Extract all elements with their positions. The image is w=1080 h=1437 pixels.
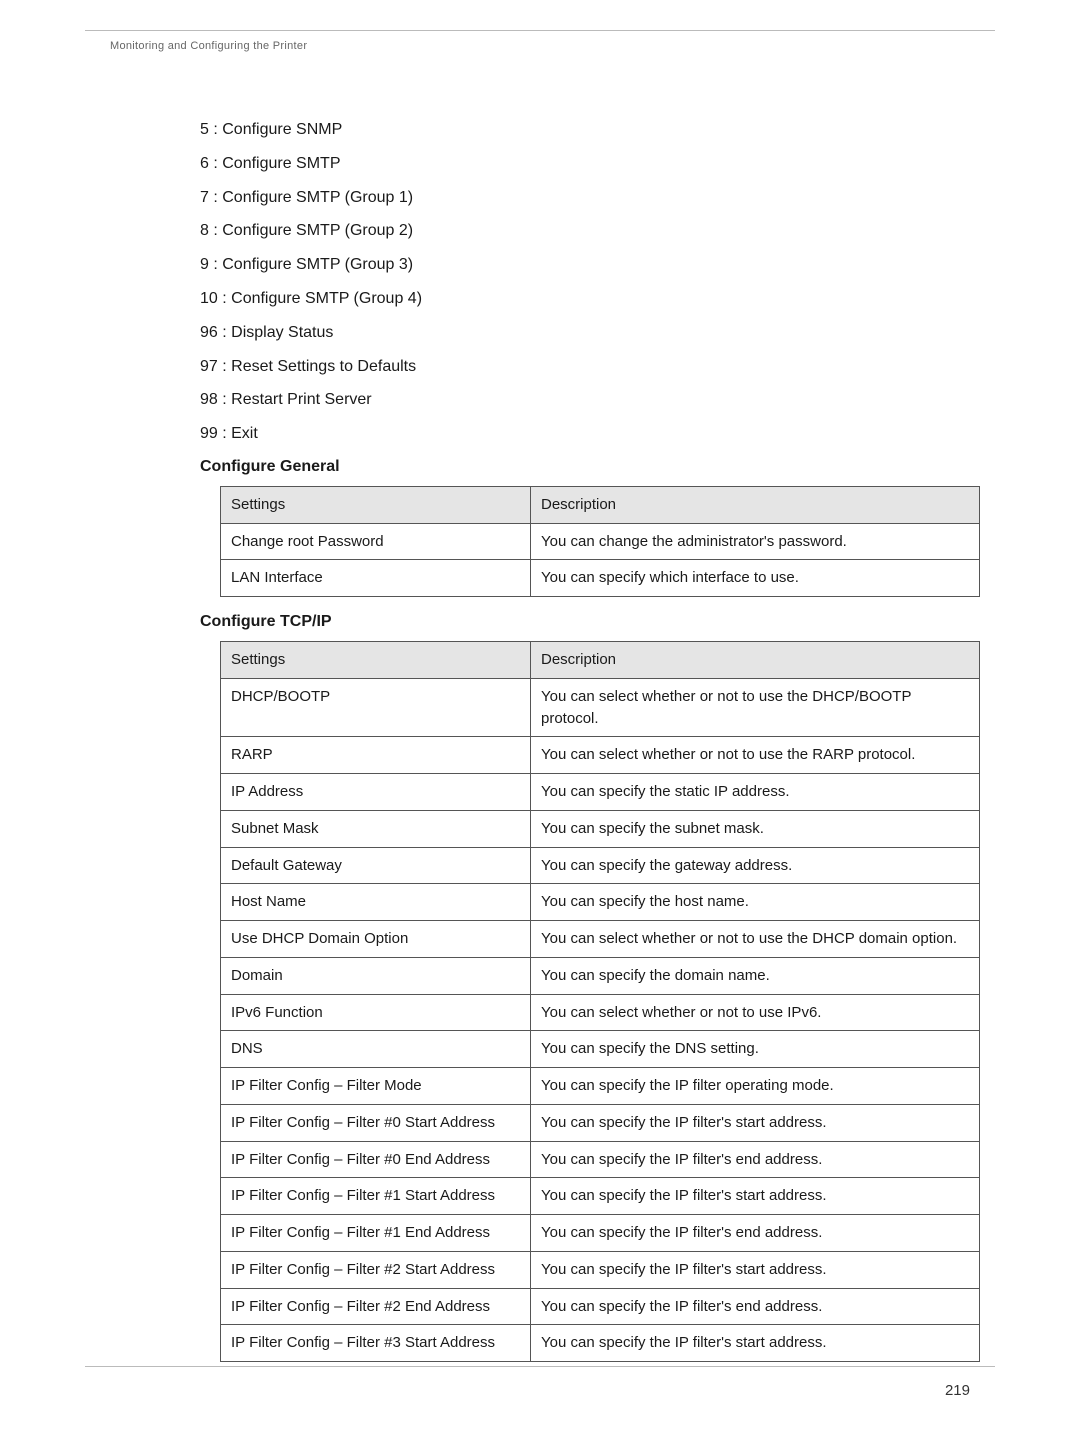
setting-desc: You can specify the IP filter's start ad… bbox=[531, 1325, 980, 1362]
setting-desc: You can specify the IP filter's start ad… bbox=[531, 1104, 980, 1141]
page-number: 219 bbox=[945, 1382, 970, 1399]
setting-desc: You can specify the subnet mask. bbox=[531, 810, 980, 847]
setting-desc: You can specify the IP filter's start ad… bbox=[531, 1251, 980, 1288]
setting-desc: You can specify the IP filter's end addr… bbox=[531, 1288, 980, 1325]
table-row: IP Filter Config – Filter ModeYou can sp… bbox=[221, 1068, 980, 1105]
table-row: Use DHCP Domain OptionYou can select whe… bbox=[221, 921, 980, 958]
configure-general-table: Settings Description Change root Passwor… bbox=[220, 486, 980, 597]
setting-desc: You can select whether or not to use IPv… bbox=[531, 994, 980, 1031]
setting-desc: You can specify the domain name. bbox=[531, 957, 980, 994]
menu-item: 5 : Configure SNMP bbox=[200, 120, 970, 141]
setting-desc: You can select whether or not to use the… bbox=[531, 678, 980, 737]
table-row: Subnet MaskYou can specify the subnet ma… bbox=[221, 810, 980, 847]
setting-name: IP Filter Config – Filter #2 End Address bbox=[221, 1288, 531, 1325]
setting-desc: You can select whether or not to use the… bbox=[531, 921, 980, 958]
configure-tcpip-table: Settings Description DHCP/BOOTPYou can s… bbox=[220, 641, 980, 1362]
menu-item: 7 : Configure SMTP (Group 1) bbox=[200, 188, 970, 209]
table-row: DNSYou can specify the DNS setting. bbox=[221, 1031, 980, 1068]
table-row: RARPYou can select whether or not to use… bbox=[221, 737, 980, 774]
table-header: Description bbox=[531, 642, 980, 679]
section-heading-tcpip: Configure TCP/IP bbox=[200, 613, 970, 631]
table-header: Settings bbox=[221, 486, 531, 523]
setting-name: Default Gateway bbox=[221, 847, 531, 884]
menu-item: 9 : Configure SMTP (Group 3) bbox=[200, 255, 970, 276]
table-row: IP Filter Config – Filter #0 End Address… bbox=[221, 1141, 980, 1178]
setting-desc: You can specify the IP filter's end addr… bbox=[531, 1141, 980, 1178]
menu-item: 6 : Configure SMTP bbox=[200, 154, 970, 175]
section-heading-general: Configure General bbox=[200, 458, 970, 476]
setting-desc: You can change the administrator's passw… bbox=[531, 523, 980, 560]
setting-desc: You can specify the IP filter's end addr… bbox=[531, 1215, 980, 1252]
table-header: Settings bbox=[221, 642, 531, 679]
setting-name: DNS bbox=[221, 1031, 531, 1068]
setting-desc: You can specify the IP filter operating … bbox=[531, 1068, 980, 1105]
table-row: IP Filter Config – Filter #1 Start Addre… bbox=[221, 1178, 980, 1215]
menu-item: 97 : Reset Settings to Defaults bbox=[200, 357, 970, 378]
menu-item: 96 : Display Status bbox=[200, 323, 970, 344]
setting-name: IP Filter Config – Filter #0 Start Addre… bbox=[221, 1104, 531, 1141]
setting-name: DHCP/BOOTP bbox=[221, 678, 531, 737]
setting-desc: You can specify which interface to use. bbox=[531, 560, 980, 597]
setting-desc: You can specify the gateway address. bbox=[531, 847, 980, 884]
setting-desc: You can specify the host name. bbox=[531, 884, 980, 921]
setting-name: Change root Password bbox=[221, 523, 531, 560]
setting-name: Use DHCP Domain Option bbox=[221, 921, 531, 958]
table-header: Description bbox=[531, 486, 980, 523]
setting-name: Host Name bbox=[221, 884, 531, 921]
setting-name: IP Filter Config – Filter Mode bbox=[221, 1068, 531, 1105]
menu-item: 99 : Exit bbox=[200, 424, 970, 445]
table-row: IP Filter Config – Filter #3 Start Addre… bbox=[221, 1325, 980, 1362]
table-row: LAN Interface You can specify which inte… bbox=[221, 560, 980, 597]
table-row: DHCP/BOOTPYou can select whether or not … bbox=[221, 678, 980, 737]
menu-item: 98 : Restart Print Server bbox=[200, 390, 970, 411]
setting-desc: You can specify the static IP address. bbox=[531, 774, 980, 811]
setting-name: Domain bbox=[221, 957, 531, 994]
setting-name: IPv6 Function bbox=[221, 994, 531, 1031]
setting-desc: You can specify the DNS setting. bbox=[531, 1031, 980, 1068]
setting-name: IP Filter Config – Filter #0 End Address bbox=[221, 1141, 531, 1178]
table-row: IP AddressYou can specify the static IP … bbox=[221, 774, 980, 811]
table-row: IP Filter Config – Filter #2 End Address… bbox=[221, 1288, 980, 1325]
table-row: IPv6 FunctionYou can select whether or n… bbox=[221, 994, 980, 1031]
main-content: 5 : Configure SNMP 6 : Configure SMTP 7 … bbox=[0, 0, 1080, 1362]
page-header: Monitoring and Configuring the Printer bbox=[110, 40, 307, 52]
table-row: Change root Password You can change the … bbox=[221, 523, 980, 560]
menu-item: 10 : Configure SMTP (Group 4) bbox=[200, 289, 970, 310]
setting-name: Subnet Mask bbox=[221, 810, 531, 847]
table-row: DomainYou can specify the domain name. bbox=[221, 957, 980, 994]
setting-desc: You can select whether or not to use the… bbox=[531, 737, 980, 774]
setting-name: IP Address bbox=[221, 774, 531, 811]
setting-desc: You can specify the IP filter's start ad… bbox=[531, 1178, 980, 1215]
setting-name: IP Filter Config – Filter #1 End Address bbox=[221, 1215, 531, 1252]
table-row: IP Filter Config – Filter #2 Start Addre… bbox=[221, 1251, 980, 1288]
table-row: IP Filter Config – Filter #0 Start Addre… bbox=[221, 1104, 980, 1141]
table-row: Default GatewayYou can specify the gatew… bbox=[221, 847, 980, 884]
setting-name: RARP bbox=[221, 737, 531, 774]
setting-name: LAN Interface bbox=[221, 560, 531, 597]
table-row: Host NameYou can specify the host name. bbox=[221, 884, 980, 921]
menu-item: 8 : Configure SMTP (Group 2) bbox=[200, 221, 970, 242]
setting-name: IP Filter Config – Filter #2 Start Addre… bbox=[221, 1251, 531, 1288]
table-row: IP Filter Config – Filter #1 End Address… bbox=[221, 1215, 980, 1252]
setting-name: IP Filter Config – Filter #1 Start Addre… bbox=[221, 1178, 531, 1215]
setting-name: IP Filter Config – Filter #3 Start Addre… bbox=[221, 1325, 531, 1362]
